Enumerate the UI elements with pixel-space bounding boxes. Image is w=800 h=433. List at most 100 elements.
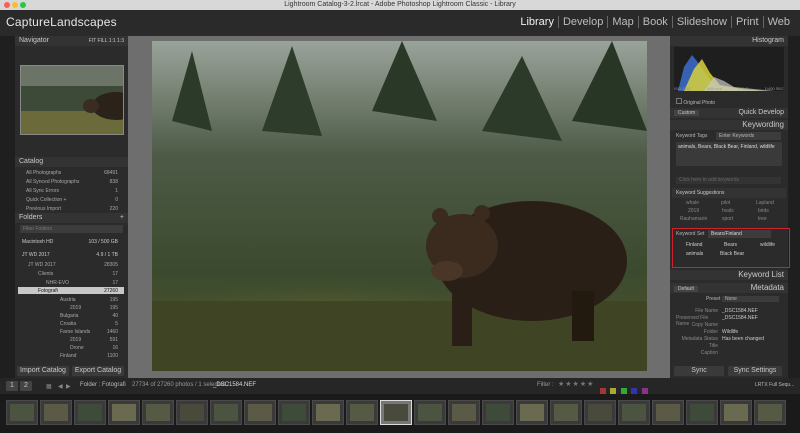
zoom-fit[interactable]: FIT (89, 38, 96, 44)
sync-preset-select[interactable]: LRTX Full Sequ... (755, 382, 794, 388)
zoom-1-1[interactable]: 1:1 (109, 38, 116, 44)
folder-row[interactable]: 2019 591 (70, 337, 122, 343)
module-library[interactable]: Library (516, 16, 558, 28)
add-folder-icon[interactable]: + (120, 213, 124, 223)
keyword-list-header[interactable]: Keyword List (670, 270, 788, 280)
add-keywords-input[interactable]: Click here to add keywords (676, 177, 781, 184)
filmstrip-thumbnail[interactable] (516, 400, 548, 425)
zoom-window-button[interactable] (20, 2, 26, 8)
suggestion-keyword[interactable]: hvals (722, 208, 734, 214)
sync-button[interactable]: Sync (674, 366, 724, 376)
histogram-graph[interactable] (674, 47, 784, 91)
suggestion-keyword[interactable]: Lapland (756, 200, 774, 206)
saved-preset-select[interactable]: Custom (674, 110, 700, 116)
metadata-preset-select[interactable]: None (722, 296, 779, 302)
metadata-header[interactable]: Default Metadata (670, 283, 788, 293)
quick-develop-header[interactable]: Custom Quick Develop (670, 108, 788, 118)
folder-filter-input[interactable]: Filter Folders (20, 225, 123, 233)
folder-row[interactable]: Austria 195 (60, 297, 122, 303)
filmstrip-thumbnail[interactable] (210, 400, 242, 425)
catalog-item[interactable]: All Sync Errors 1 (26, 188, 122, 194)
catalog-item[interactable]: All Photographs 68491 (26, 170, 122, 176)
filmstrip-thumbnail[interactable] (244, 400, 276, 425)
page-1-button[interactable]: 1 (6, 381, 18, 391)
back-arrow-icon[interactable]: ◀ (58, 383, 63, 390)
module-web[interactable]: Web (762, 16, 794, 28)
grid-view-icon[interactable]: ▦ (46, 383, 52, 390)
filmstrip-thumbnail[interactable] (6, 400, 38, 425)
filmstrip-thumbnail[interactable] (754, 400, 786, 425)
main-photo[interactable] (152, 41, 647, 371)
keyword-set-item[interactable]: Black Bear (720, 251, 744, 257)
filmstrip-thumbnail[interactable] (40, 400, 72, 425)
histogram-header[interactable]: Histogram (670, 36, 788, 46)
module-print[interactable]: Print (730, 16, 763, 28)
zoom-fill[interactable]: FILL (97, 38, 107, 44)
filmstrip-thumbnail[interactable] (414, 400, 446, 425)
folder-row[interactable]: Faroe Islands 1460 (60, 329, 122, 335)
catalog-item[interactable]: Quick Collection + 0 (26, 197, 122, 203)
sync-settings-button[interactable]: Sync Settings (728, 366, 782, 376)
folder-row[interactable]: Bulgaria 40 (60, 313, 122, 319)
suggestion-keyword[interactable]: 2019 (688, 208, 699, 214)
filmstrip-thumbnail[interactable] (550, 400, 582, 425)
zoom-1-3[interactable]: 1:3 (117, 38, 124, 44)
filmstrip-thumbnail[interactable] (652, 400, 684, 425)
metadata-value[interactable]: _DSC1584.NEF (722, 315, 758, 321)
forward-arrow-icon[interactable]: ▶ (66, 383, 71, 390)
folder-row[interactable]: JT WD 2017 28305 (28, 262, 122, 268)
navigator-preview[interactable] (20, 65, 124, 135)
rating-filter-stars[interactable]: ★★★★★ (558, 380, 594, 388)
folder-row[interactable]: Croatia 5 (60, 321, 122, 327)
filmstrip-thumbnail[interactable] (720, 400, 752, 425)
filmstrip-thumbnail[interactable] (482, 400, 514, 425)
keyword-set-item[interactable]: wildlife (760, 242, 775, 248)
checkbox-box[interactable] (676, 98, 682, 104)
keyword-suggestions-header[interactable]: Keyword Suggestions (672, 188, 786, 198)
module-slideshow[interactable]: Slideshow (671, 16, 731, 28)
module-develop[interactable]: Develop (557, 16, 607, 28)
zoom-options[interactable]: FIT FILL 1:1 1:3 (89, 36, 124, 46)
keywording-header[interactable]: Keywording (670, 120, 788, 130)
suggestion-keyword[interactable]: Rauhamarin (680, 216, 707, 222)
filmstrip-thumbnail[interactable] (448, 400, 480, 425)
close-window-button[interactable] (4, 2, 10, 8)
catalog-header[interactable]: Catalog (15, 157, 128, 167)
catalog-item[interactable]: Previous Import 220 (26, 206, 122, 212)
suggestion-keyword[interactable]: tree (758, 216, 767, 222)
suggestion-keyword[interactable]: sport (722, 216, 733, 222)
filmstrip-thumbnail[interactable] (312, 400, 344, 425)
folder-row[interactable]: Finland 1100 (60, 353, 122, 359)
keyword-set-select[interactable]: Bears/Finland (708, 230, 771, 238)
keyword-tags-mode-select[interactable]: Enter Keywords (716, 132, 781, 140)
volume-row[interactable]: JT WD 2017 4.9 / 1 TB (22, 252, 122, 258)
module-map[interactable]: Map (607, 16, 637, 28)
keyword-set-item[interactable]: animals (686, 251, 703, 257)
minimize-window-button[interactable] (12, 2, 18, 8)
filmstrip-thumbnail[interactable] (74, 400, 106, 425)
metadata-value[interactable]: _DSC1584.NEF (722, 308, 758, 314)
original-photo-checkbox[interactable]: Original Photo (676, 98, 715, 106)
volume-row[interactable]: Macintosh HD 103 / 500 GB (22, 239, 122, 245)
folders-header[interactable]: Folders + (15, 213, 128, 223)
suggestion-keyword[interactable]: whale (686, 200, 699, 206)
folder-row[interactable]: NHR-EVO 17 (46, 280, 122, 286)
import-catalog-button[interactable]: Import Catalog (17, 366, 69, 376)
filmstrip-thumbnail[interactable] (176, 400, 208, 425)
metadata-view-select[interactable]: Default (674, 286, 698, 292)
catalog-item[interactable]: All Synced Photographs 838 (26, 179, 122, 185)
module-book[interactable]: Book (637, 16, 672, 28)
metadata-value[interactable]: Has been changed (722, 336, 764, 342)
filmstrip-thumbnail[interactable] (584, 400, 616, 425)
filmstrip-thumbnail[interactable] (108, 400, 140, 425)
filmstrip-thumbnail[interactable] (686, 400, 718, 425)
page-2-button[interactable]: 2 (20, 381, 32, 391)
metadata-value[interactable]: Wildlife (722, 329, 738, 335)
filmstrip-thumbnail[interactable] (346, 400, 378, 425)
folder-row[interactable]: Clients 17 (38, 271, 122, 277)
folder-row[interactable]: 2019 195 (70, 305, 122, 311)
folder-row-selected[interactable]: Fotografi 27260 (38, 288, 122, 294)
selected-filename[interactable]: _DSC1584.NEF (213, 382, 256, 388)
export-catalog-button[interactable]: Export Catalog (72, 366, 124, 376)
filmstrip-thumbnail[interactable] (278, 400, 310, 425)
